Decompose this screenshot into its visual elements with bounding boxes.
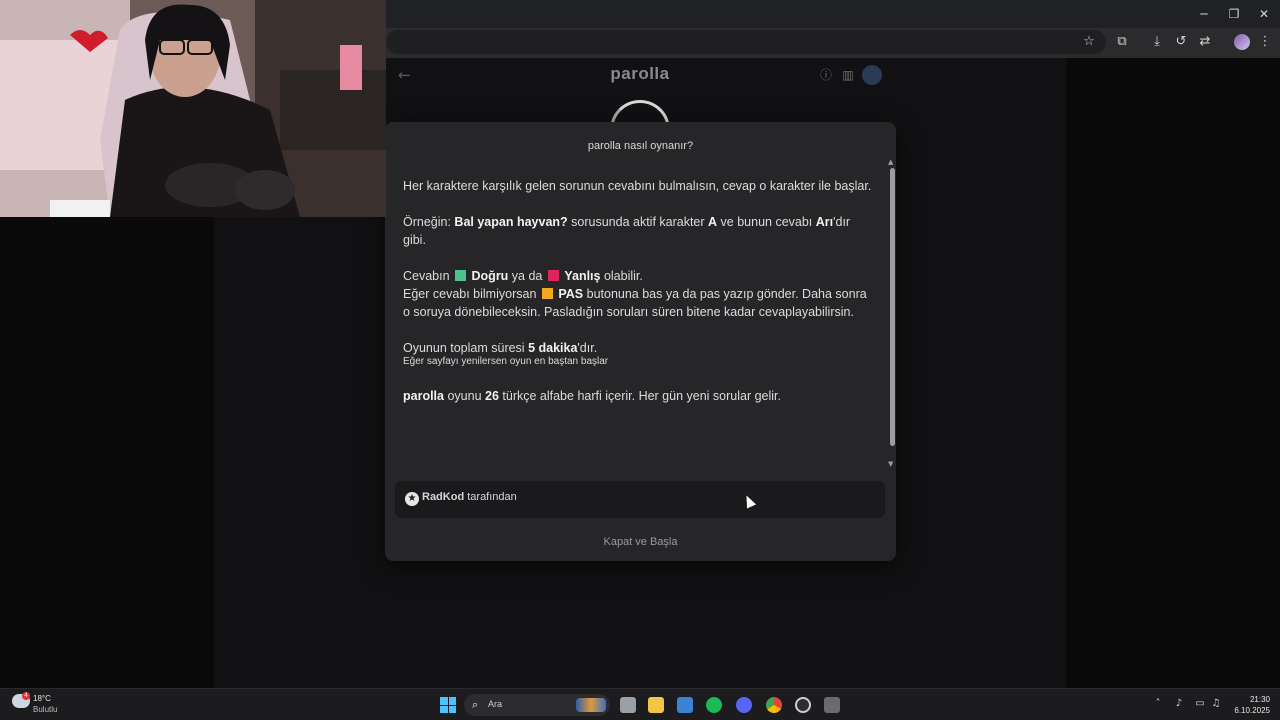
brand-name: parolla — [403, 389, 444, 403]
example-question: Bal yapan hayvan? — [454, 215, 568, 229]
volume-icon[interactable]: ♫ — [1209, 698, 1223, 709]
weather-temperature[interactable]: 18°C — [33, 694, 51, 703]
taskbar-search[interactable]: ⌕ Ara — [464, 694, 610, 716]
scroll-up-arrow-icon[interactable]: ▲ — [888, 158, 893, 166]
profile-avatar[interactable] — [1234, 34, 1250, 50]
correct-swatch — [455, 270, 467, 281]
translate-icon[interactable]: ⇄ — [1196, 33, 1214, 51]
correct-label: Doğru — [471, 269, 509, 283]
modal-title: parolla nasıl oynanır? — [587, 140, 694, 152]
text: Oyunun toplam süresi — [403, 341, 529, 355]
desktop-screen: ─ ❐ ✕ ☆ ⧉ ⤓ ↺ ⇄ ⋮ ← parolla ⓘ ▥ parolla … — [0, 0, 1280, 720]
rules-paragraph: Her karaktere karşılık gelen sorunun cev… — [403, 179, 872, 193]
history-icon[interactable]: ↺ — [1172, 33, 1190, 51]
network-icon[interactable]: ▭ — [1193, 698, 1207, 709]
close-window-button[interactable]: ✕ — [1250, 4, 1278, 24]
text: ya da — [508, 269, 546, 283]
windows-taskbar: 4 18°C Bulutlu ⌕ Ara ˄ ♪ ▭ ♫ 21:30 6.10.… — [0, 688, 1280, 720]
star-badge-icon: ★ — [405, 492, 419, 506]
scroll-down-arrow-icon[interactable]: ▼ — [888, 460, 893, 468]
downloads-icon[interactable]: ⤓ — [1148, 33, 1166, 51]
user-avatar[interactable] — [862, 65, 882, 85]
restore-button[interactable]: ❐ — [1220, 4, 1248, 24]
wrong-swatch — [547, 270, 559, 281]
clock-time: 21:30 — [1249, 695, 1270, 704]
taskbar-clock[interactable]: 21:30 6.10.2025 — [1228, 694, 1270, 716]
modal-body: Her karaktere karşılık gelen sorunun cev… — [403, 177, 873, 423]
text: oyunu — [444, 389, 486, 403]
text: sorusunda aktif karakter — [567, 215, 709, 229]
weather-badge: 4 — [22, 692, 30, 700]
discord-icon[interactable] — [736, 697, 752, 713]
example-paragraph: Örneğin: Bal yapan hayvan? sorusunda akt… — [403, 213, 873, 249]
extensions-icon[interactable]: ⧉ — [1113, 33, 1131, 51]
total-time: 5 dakika — [528, 341, 578, 355]
example-answer: Arı — [815, 215, 834, 229]
close-and-start-button[interactable]: Kapat ve Başla — [385, 536, 896, 548]
text: Cevabın — [403, 269, 454, 283]
credit-author: RadKod — [422, 491, 465, 503]
credit-suffix: tarafından — [464, 491, 517, 503]
address-bar[interactable] — [386, 30, 1106, 54]
spotify-icon[interactable] — [706, 697, 722, 713]
pass-label: PAS — [558, 287, 584, 301]
search-highlight-image — [576, 698, 606, 712]
text: türkçe alfabe harfi içerir. Her gün yeni… — [498, 389, 781, 403]
app-icon[interactable] — [824, 697, 840, 713]
text: 'dır. — [577, 341, 598, 355]
text: Örneğin: — [403, 215, 455, 229]
refresh-warning: Eğer sayfayı yenilersen oyun en baştan b… — [403, 356, 609, 367]
site-title: parolla — [610, 64, 670, 83]
back-arrow-icon[interactable]: ← — [398, 66, 411, 84]
chrome-icon[interactable] — [766, 697, 782, 713]
file-explorer-icon[interactable] — [648, 697, 664, 713]
bookmark-star-icon[interactable]: ☆ — [1080, 33, 1098, 51]
pass-swatch — [541, 288, 553, 299]
text: ve bunun cevabı — [717, 215, 816, 229]
info-icon[interactable]: ⓘ — [818, 67, 834, 83]
browser-menu-icon[interactable]: ⋮ — [1256, 33, 1274, 51]
modal-scrollbar[interactable]: ▲ ▼ — [887, 158, 895, 470]
weather-condition[interactable]: Bulutlu — [33, 705, 57, 714]
text: olabilir. — [600, 269, 643, 283]
search-label: Ara — [488, 699, 503, 709]
answer-states-paragraph: Cevabın Doğru ya da Yanlış olabilir. Eğer… — [403, 267, 873, 321]
stats-icon[interactable]: ▥ — [840, 67, 856, 83]
search-icon: ⌕ — [472, 698, 479, 711]
credit-text: RadKod tarafından — [422, 491, 517, 503]
tray-chevron-icon[interactable]: ˄ — [1151, 698, 1165, 709]
clock-date: 6.10.2025 — [1234, 706, 1270, 715]
page-margin-right — [1066, 58, 1280, 688]
minimize-button[interactable]: ─ — [1190, 4, 1218, 24]
letter-count: 26 — [485, 389, 499, 403]
task-view-icon[interactable] — [620, 697, 636, 713]
text: Eğer cevabı bilmiyorsan — [403, 287, 540, 301]
webcam-image — [0, 0, 386, 217]
steam-icon[interactable] — [795, 697, 811, 713]
example-letter: A — [708, 215, 718, 229]
alphabet-paragraph: parolla oyunu 26 türkçe alfabe harfi içe… — [403, 387, 873, 405]
wrong-label: Yanlış — [564, 269, 601, 283]
start-button[interactable] — [440, 697, 456, 713]
how-to-play-modal: parolla nasıl oynanır? Her karaktere kar… — [385, 122, 896, 561]
webcam-overlay — [0, 0, 386, 217]
store-icon[interactable] — [677, 697, 693, 713]
microphone-icon[interactable]: ♪ — [1172, 698, 1186, 709]
credit-bar[interactable]: ★ RadKod tarafından — [395, 481, 885, 518]
scroll-thumb[interactable] — [890, 168, 895, 446]
